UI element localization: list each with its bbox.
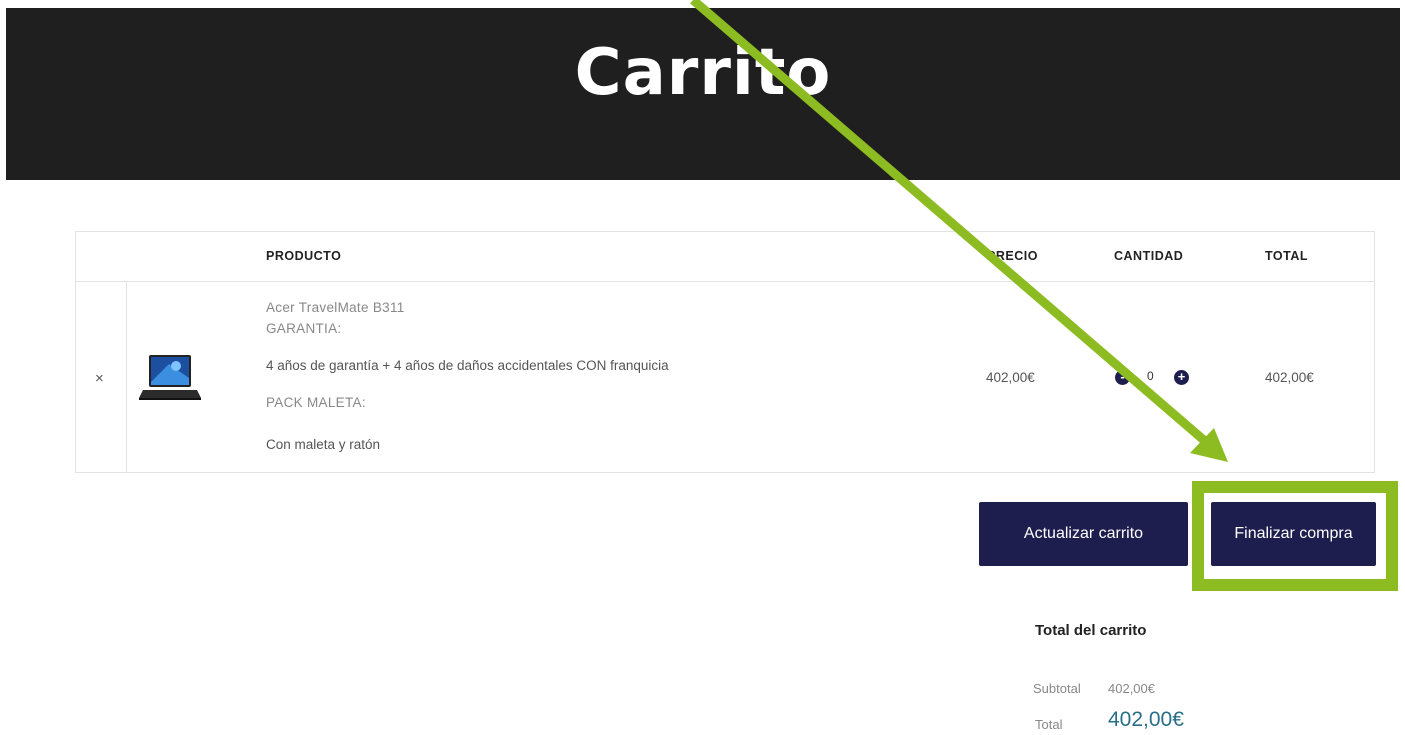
warranty-value: 4 años de garantía + 4 años de daños acc…: [266, 358, 669, 373]
item-total: 402,00€: [1265, 370, 1314, 385]
header-total: TOTAL: [1265, 249, 1309, 263]
page-title: Carrito: [574, 36, 832, 110]
page-header: Carrito: [6, 8, 1400, 180]
header-divider: [76, 281, 1374, 282]
cart-table: PRODUCTO PRECIO CANTIDAD TOTAL × Acer Tr…: [75, 231, 1375, 473]
header-product: PRODUCTO: [266, 249, 342, 263]
subtotal-value: 402,00€: [1108, 681, 1155, 696]
quantity-increase-button[interactable]: +: [1174, 370, 1189, 385]
product-thumbnail[interactable]: [139, 352, 201, 402]
column-divider: [126, 281, 127, 472]
pack-value: Con maleta y ratón: [266, 437, 381, 452]
quantity-value[interactable]: 0: [1147, 369, 1154, 383]
header-quantity: CANTIDAD: [1114, 249, 1184, 263]
quantity-decrease-button[interactable]: -: [1115, 370, 1130, 385]
update-cart-button[interactable]: Actualizar carrito: [979, 502, 1188, 566]
subtotal-label: Subtotal: [1033, 681, 1081, 696]
total-value: 402,00€: [1108, 708, 1184, 731]
warranty-label: GARANTIA:: [266, 321, 342, 336]
total-label: Total: [1035, 717, 1063, 732]
remove-item-button[interactable]: ×: [95, 370, 104, 387]
checkout-highlight-box: [1192, 481, 1398, 591]
item-price: 402,00€: [986, 370, 1035, 385]
header-price: PRECIO: [987, 249, 1038, 263]
pack-label: PACK MALETA:: [266, 395, 366, 410]
cart-totals-title: Total del carrito: [1035, 622, 1147, 639]
product-name[interactable]: Acer TravelMate B311: [266, 300, 405, 315]
